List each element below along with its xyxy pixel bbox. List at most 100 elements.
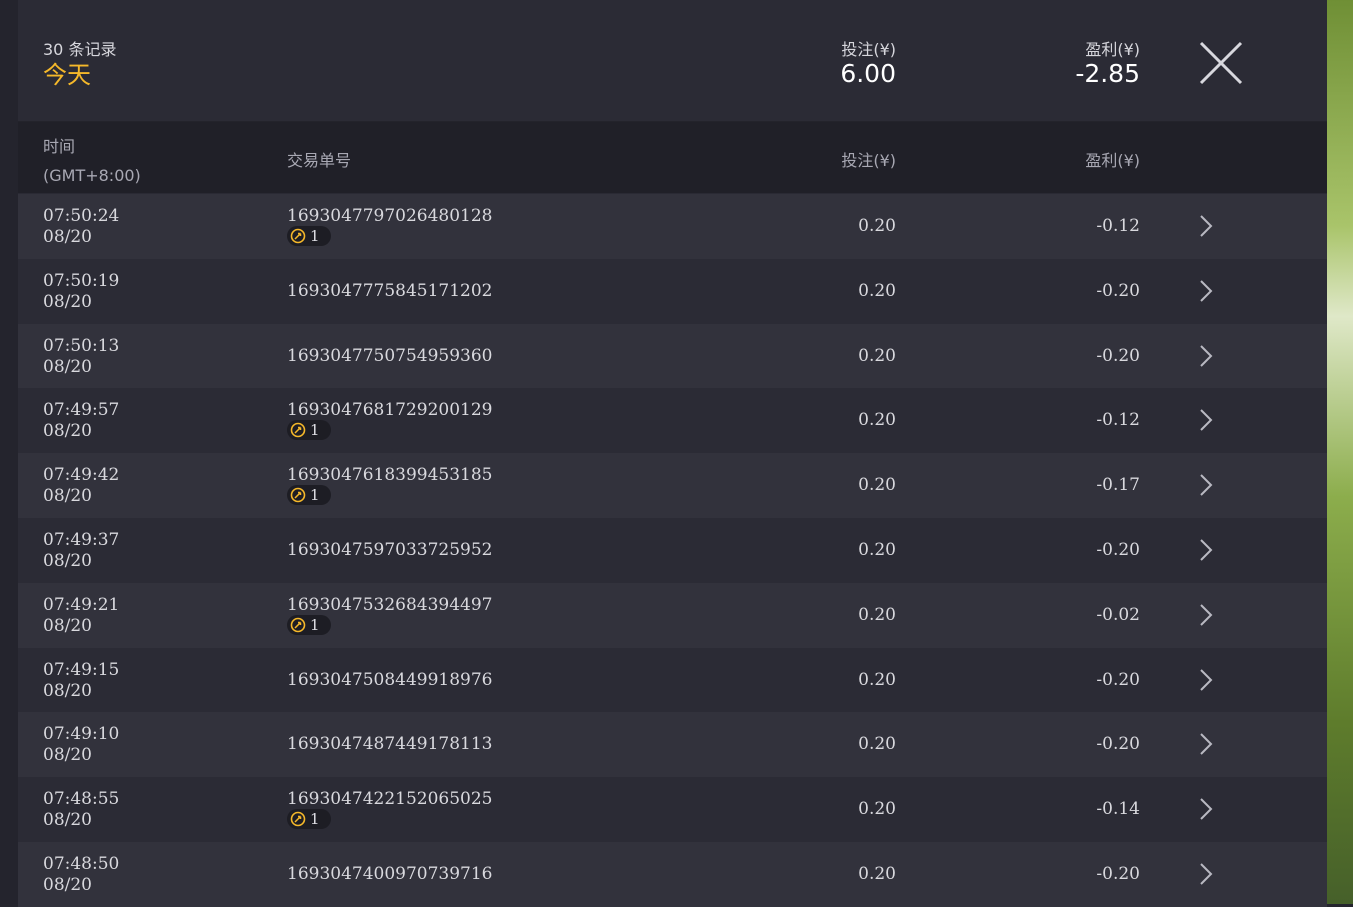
table-row[interactable]: 07:49:15 08/20 1693047508449918976 0.20 … (18, 647, 1327, 713)
column-time-label: 时间 (43, 137, 76, 156)
chevron-right-icon[interactable] (1196, 668, 1216, 692)
row-transaction-id: 1693047750754959360 (287, 345, 493, 366)
chevron-right-icon[interactable] (1196, 473, 1216, 497)
row-profit: -0.14 (1096, 799, 1140, 820)
row-transaction-id: 1693047775845171202 (287, 280, 493, 301)
row-profit: -0.12 (1096, 216, 1140, 236)
close-icon (1199, 41, 1243, 85)
free-spin-count: 1 (310, 615, 320, 634)
table-row[interactable]: 07:48:50 08/20 1693047400970739716 0.20 … (18, 841, 1327, 907)
row-bet: 0.20 (858, 604, 896, 625)
row-date: 08/20 (43, 356, 92, 377)
row-time: 07:48:50 (43, 853, 120, 874)
chevron-right-icon[interactable] (1196, 344, 1216, 368)
close-button[interactable] (1198, 40, 1244, 86)
row-profit: -0.20 (1096, 669, 1140, 690)
free-spin-count: 1 (310, 486, 320, 505)
row-date: 08/20 (43, 615, 92, 636)
row-transaction-id: 1693047681729200129 (287, 400, 493, 421)
row-bet: 0.20 (858, 863, 896, 884)
free-spin-icon (290, 423, 306, 438)
table-row[interactable]: 07:49:21 08/20 1693047532684394497 1 0.2… (18, 582, 1327, 648)
chevron-right-icon[interactable] (1196, 279, 1216, 303)
row-time: 07:49:37 (43, 529, 120, 550)
row-time: 07:49:21 (43, 594, 120, 615)
row-bet: 0.20 (858, 280, 896, 301)
row-bet: 0.20 (858, 669, 896, 690)
chevron-right-icon[interactable] (1196, 408, 1216, 432)
table-row[interactable]: 07:49:42 08/20 1693047618399453185 1 0.2… (18, 453, 1327, 518)
row-time: 07:49:42 (43, 465, 120, 486)
free-spin-icon (290, 487, 306, 503)
row-date: 08/20 (43, 227, 92, 247)
row-profit: -0.17 (1096, 475, 1140, 496)
free-spin-badge: 1 (287, 809, 331, 830)
table-row[interactable]: 07:49:57 08/20 1693047681729200129 1 0.2… (18, 388, 1327, 454)
column-profit-label: 盈利(¥) (1085, 151, 1140, 170)
row-bet: 0.20 (858, 475, 896, 496)
chevron-right-icon[interactable] (1196, 603, 1216, 627)
row-bet: 0.20 (858, 216, 896, 236)
chevron-right-icon[interactable] (1196, 862, 1216, 886)
row-bet: 0.20 (858, 410, 896, 431)
row-bet: 0.20 (858, 799, 896, 820)
row-transaction-id: 1693047532684394497 (287, 594, 493, 615)
row-time: 07:49:57 (43, 400, 120, 421)
row-profit: -0.20 (1096, 345, 1140, 366)
left-gutter (0, 0, 18, 904)
row-bet: 0.20 (858, 345, 896, 366)
column-txid-label: 交易单号 (287, 151, 352, 170)
table-row[interactable]: 07:48:55 08/20 1693047422152065025 1 0.2… (18, 777, 1327, 842)
row-bet: 0.20 (858, 539, 896, 560)
free-spin-icon (290, 617, 306, 633)
chevron-right-icon[interactable] (1196, 538, 1216, 562)
row-time: 07:49:15 (43, 659, 120, 680)
transaction-list: 07:50:24 08/20 1693047797026480128 1 0.2… (18, 194, 1327, 907)
summary-header: 30 条记录 今天 投注(¥) 6.00 盈利(¥) -2.85 (18, 0, 1327, 122)
row-date: 08/20 (43, 874, 92, 895)
row-transaction-id: 1693047597033725952 (287, 539, 493, 560)
row-transaction-id: 1693047508449918976 (287, 669, 493, 690)
table-column-header: 时间 (GMT+8:00) 交易单号 投注(¥) 盈利(¥) (18, 122, 1327, 193)
row-time: 07:50:13 (43, 335, 120, 356)
row-transaction-id: 1693047400970739716 (287, 863, 493, 884)
free-spin-badge: 1 (287, 614, 331, 635)
column-timezone-label: (GMT+8:00) (43, 166, 141, 185)
chevron-right-icon[interactable] (1196, 214, 1216, 238)
profit-total-value: -2.85 (1075, 59, 1140, 88)
row-transaction-id: 1693047487449178113 (287, 734, 493, 755)
free-spin-count: 1 (310, 810, 320, 829)
free-spin-badge: 1 (287, 420, 331, 441)
table-row[interactable]: 07:49:37 08/20 1693047597033725952 0.20 … (18, 517, 1327, 583)
row-transaction-id: 1693047618399453185 (287, 465, 493, 486)
row-date: 08/20 (43, 550, 92, 571)
free-spin-count: 1 (310, 227, 320, 245)
record-count: 30 条记录 (43, 40, 117, 59)
table-row[interactable]: 07:50:13 08/20 1693047750754959360 0.20 … (18, 323, 1327, 389)
row-profit: -0.20 (1096, 280, 1140, 301)
row-transaction-id: 1693047422152065025 (287, 789, 493, 810)
free-spin-badge: 1 (287, 226, 331, 246)
row-date: 08/20 (43, 810, 92, 831)
row-date: 08/20 (43, 291, 92, 312)
row-date: 08/20 (43, 680, 92, 701)
row-transaction-id: 1693047797026480128 (287, 206, 493, 226)
row-profit: -0.20 (1096, 863, 1140, 884)
profit-total-label: 盈利(¥) (1085, 40, 1140, 59)
bet-history-panel: 30 条记录 今天 投注(¥) 6.00 盈利(¥) -2.85 时间 (GMT… (18, 0, 1327, 907)
row-profit: -0.02 (1096, 604, 1140, 625)
row-time: 07:49:10 (43, 724, 120, 745)
chevron-right-icon[interactable] (1196, 732, 1216, 756)
row-date: 08/20 (43, 486, 92, 507)
chevron-right-icon[interactable] (1196, 797, 1216, 821)
row-date: 08/20 (43, 421, 92, 442)
table-row[interactable]: 07:50:19 08/20 1693047775845171202 0.20 … (18, 258, 1327, 324)
row-profit: -0.12 (1096, 410, 1140, 431)
row-time: 07:50:19 (43, 270, 120, 291)
table-row[interactable]: 07:49:10 08/20 1693047487449178113 0.20 … (18, 712, 1327, 778)
table-row[interactable]: 07:50:24 08/20 1693047797026480128 1 0.2… (18, 194, 1327, 259)
bet-total-value: 6.00 (840, 59, 896, 88)
period-selector[interactable]: 今天 (43, 61, 91, 89)
free-spin-icon (290, 228, 306, 244)
row-time: 07:48:55 (43, 789, 120, 810)
